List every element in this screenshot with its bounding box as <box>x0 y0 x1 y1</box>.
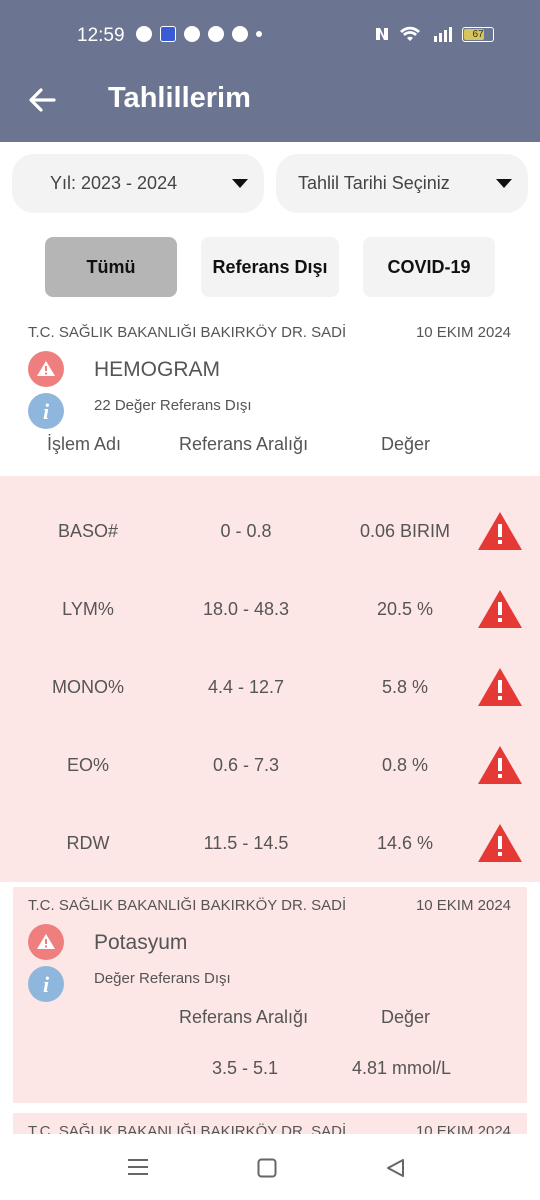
alert-triangle-icon <box>478 746 522 784</box>
column-header-value: Değer <box>381 1007 431 1027</box>
hospital-name: T.C. SAĞLIK BAKANLIĞI BAKIRKÖY DR. SADİ <box>28 897 347 914</box>
warning-icon <box>28 924 64 960</box>
chevron-down-icon <box>496 179 512 188</box>
test-name[interactable]: HEMOGRAM <box>94 358 220 382</box>
battery-icon: 67 <box>462 26 494 42</box>
info-icon: i <box>28 393 64 429</box>
row-name: BASO# <box>57 520 119 541</box>
result-card[interactable]: T.C. SAĞLIK BAKANLIĞI BAKIRKÖY DR. SADİ … <box>13 887 527 1103</box>
home-icon[interactable] <box>257 1158 277 1178</box>
row-value: 0.8 % <box>381 754 429 775</box>
hospital-name: T.C. SAĞLIK BAKANLIĞI BAKIRKÖY DR. SADİ <box>28 324 347 341</box>
more-dot-icon <box>256 31 262 37</box>
row-name: MONO% <box>52 676 124 697</box>
notification-icons <box>136 26 262 42</box>
battery-level: 67 <box>472 28 484 40</box>
system-icons: 67 <box>374 26 494 42</box>
chevron-down-icon <box>232 179 248 188</box>
tab-out-of-range[interactable]: Referans Dışı <box>201 237 339 297</box>
package-icon <box>232 26 248 42</box>
test-name: Potasyum <box>94 931 188 954</box>
facebook-icon <box>136 26 152 42</box>
system-nav-bar <box>0 1134 540 1200</box>
row-range: 4.4 - 12.7 <box>207 676 285 697</box>
result-rows: BASO# 0 - 0.8 0.06 BIRIM LYM% 18.0 - 48.… <box>0 476 540 882</box>
row-name: LYM% <box>62 598 114 619</box>
menu-icon[interactable] <box>127 1158 149 1176</box>
result-date: 10 EKIM 2024 <box>415 324 511 341</box>
row-value: 5.8 % <box>381 676 429 697</box>
broadcast-icon <box>160 26 176 42</box>
page-title: Tahlillerim <box>108 82 251 114</box>
status-time: 12:59 <box>77 25 125 46</box>
status-bar: 12:59 67 <box>0 0 540 58</box>
back-icon[interactable] <box>385 1158 405 1178</box>
date-dropdown[interactable]: Tahlil Tarihi Seçiniz <box>276 154 528 213</box>
table-row[interactable]: BASO# 0 - 0.8 0.06 BIRIM <box>0 492 540 570</box>
table-row[interactable]: RDW 11.5 - 14.5 14.6 % <box>0 804 540 882</box>
row-value: 14.6 % <box>376 832 434 853</box>
row-range: 3.5 - 5.1 <box>212 1058 279 1078</box>
tab-covid[interactable]: COVID-19 <box>363 237 495 297</box>
alert-triangle-icon <box>478 668 522 706</box>
signal-icon <box>434 27 452 42</box>
wifi-icon <box>400 26 420 41</box>
row-name: RDW <box>66 832 110 853</box>
svg-text:i: i <box>43 972 50 997</box>
row-range: 0 - 0.8 <box>220 520 272 541</box>
out-of-range-count: 22 Değer Referans Dışı <box>94 397 252 414</box>
alert-triangle-icon <box>478 824 522 862</box>
row-value: 0.06 BIRIM <box>359 520 451 541</box>
year-dropdown[interactable]: Yıl: 2023 - 2024 <box>12 154 264 213</box>
table-row[interactable]: MONO% 4.4 - 12.7 5.8 % <box>0 648 540 726</box>
out-of-range-count: Değer Referans Dışı <box>94 970 231 987</box>
tiktok-icon <box>184 26 200 42</box>
row-value: 4.81 mmol/L <box>352 1058 452 1078</box>
column-header-range: Referans Aralığı <box>179 434 309 454</box>
year-dropdown-label: Yıl: 2023 - 2024 <box>50 173 178 193</box>
youtube-icon <box>208 26 224 42</box>
column-header-name: İşlem Adı <box>47 434 122 454</box>
column-header-value: Değer <box>381 434 431 454</box>
info-icon: i <box>28 966 64 1002</box>
date-dropdown-label: Tahlil Tarihi Seçiniz <box>298 173 450 193</box>
alert-triangle-icon <box>478 512 522 550</box>
row-range: 11.5 - 14.5 <box>203 832 289 853</box>
row-range: 18.0 - 48.3 <box>202 598 290 619</box>
svg-text:i: i <box>43 399 50 424</box>
table-row[interactable]: EO% 0.6 - 7.3 0.8 % <box>0 726 540 804</box>
row-range: 0.6 - 7.3 <box>212 754 280 775</box>
nfc-icon <box>376 28 388 40</box>
back-arrow-icon[interactable] <box>24 82 60 118</box>
warning-icon <box>28 351 64 387</box>
app-bar: Tahlillerim <box>0 58 540 142</box>
tab-all[interactable]: Tümü <box>45 237 177 297</box>
alert-triangle-icon <box>478 590 522 628</box>
column-header-range: Referans Aralığı <box>179 1007 309 1027</box>
row-name: EO% <box>66 754 109 775</box>
row-value: 20.5 % <box>376 598 434 619</box>
table-row[interactable]: LYM% 18.0 - 48.3 20.5 % <box>0 570 540 648</box>
result-date: 10 EKIM 2024 <box>415 897 511 914</box>
